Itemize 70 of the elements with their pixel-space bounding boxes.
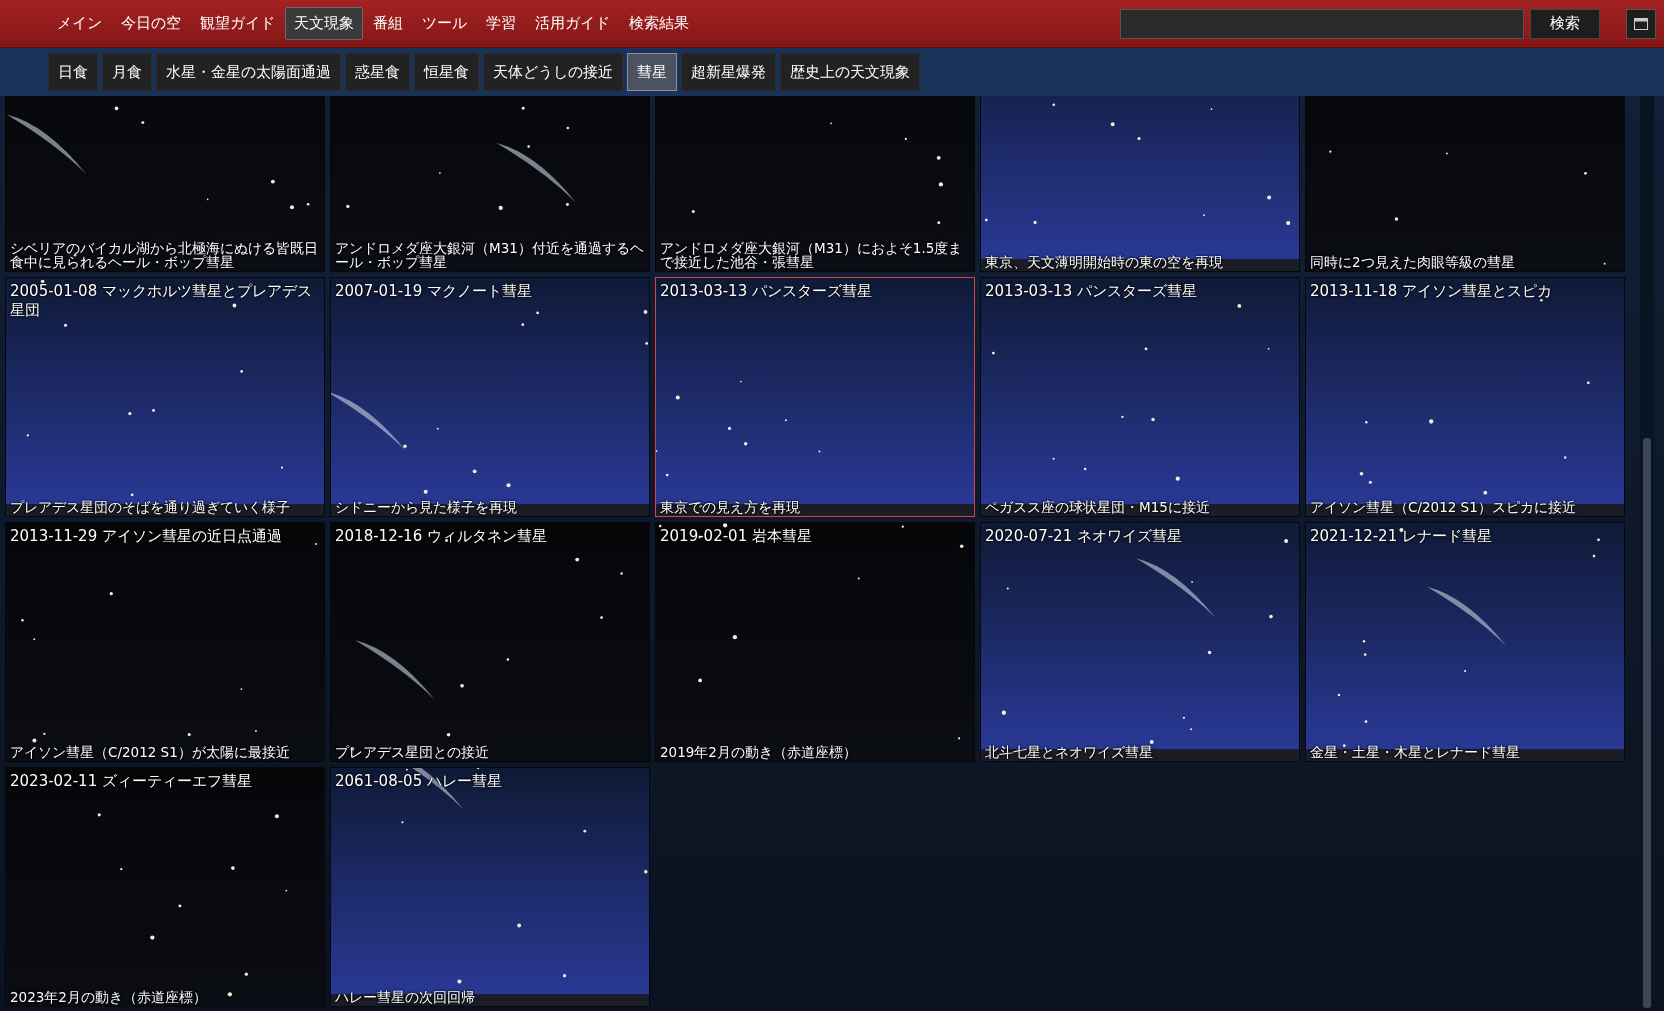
category-tab[interactable]: 日食 <box>48 53 98 91</box>
tile-caption: アイソン彗星（C/2012 S1）が太陽に最接近 <box>10 744 291 759</box>
window-button[interactable] <box>1626 8 1656 39</box>
comet-tile[interactable]: 2007-01-19 マクノート彗星 シドニーから見た様子を再現 <box>330 277 650 517</box>
tile-title: 2021-12-21 レナード彗星 <box>1310 527 1493 546</box>
search-field[interactable] <box>1120 8 1524 39</box>
comet-tile[interactable]: アンドロメダ座大銀河（M31）付近を通過するヘール・ボップ彗星 <box>330 96 650 272</box>
tile-caption: アンドロメダ座大銀河（M31）付近を通過するヘール・ボップ彗星 <box>335 240 645 269</box>
tile-caption: アイソン彗星（C/2012 S1）スピカに接近 <box>1310 499 1577 514</box>
tile-caption: プレアデス星団のそばを通り過ぎていく様子 <box>10 499 291 514</box>
comet-tile[interactable]: 2019-02-01 岩本彗星 2019年2月の動き（赤道座標） <box>655 522 975 762</box>
tile-caption: 2023年2月の動き（赤道座標） <box>10 989 208 1004</box>
comet-tile[interactable]: 2023-02-11 ズィーティーエフ彗星 2023年2月の動き（赤道座標） <box>5 767 325 1007</box>
category-tab[interactable]: 天体どうしの接近 <box>483 53 623 91</box>
comet-tile[interactable]: 2018-12-16 ウィルタネン彗星 プレアデス星団との接近 <box>330 522 650 762</box>
nav-tab[interactable]: 検索結果 <box>620 7 698 40</box>
nav-tab[interactable]: 活用ガイド <box>526 7 619 40</box>
tile-caption: 東京、天文薄明開始時の東の空を再現 <box>985 254 1224 269</box>
comet-tile[interactable]: 同時に2つ見えた肉眼等級の彗星 <box>1305 96 1625 272</box>
tile-title: 2013-11-29 アイソン彗星の近日点通過 <box>10 527 283 546</box>
scrollbar[interactable] <box>1640 96 1654 1011</box>
comet-tile[interactable]: 東京、天文薄明開始時の東の空を再現 <box>980 96 1300 272</box>
tile-title: 2005-01-08 マックホルツ彗星とプレアデス星団 <box>10 282 313 320</box>
tile-caption: ペガスス座の球状星団・M15に接近 <box>985 499 1211 514</box>
comet-tile[interactable]: 2021-12-21 レナード彗星 金星・土星・木星とレナード彗星 <box>1305 522 1625 762</box>
comet-tile[interactable]: 2013-03-13 パンスターズ彗星 東京での見え方を再現 <box>655 277 975 517</box>
tile-caption: シドニーから見た様子を再現 <box>335 499 518 514</box>
category-tab[interactable]: 水星・金星の太陽面通過 <box>156 53 341 91</box>
tile-caption: 東京での見え方を再現 <box>660 499 801 514</box>
tile-caption: アンドロメダ座大銀河（M31）におよそ1.5度まで接近した池谷・張彗星 <box>660 240 964 269</box>
comet-tile[interactable]: 2013-11-18 アイソン彗星とスピカ アイソン彗星（C/2012 S1）スピカに接近 <box>1305 277 1625 517</box>
nav-tab[interactable]: メイン <box>48 7 111 40</box>
tile-title: 2020-07-21 ネオワイズ彗星 <box>985 527 1183 546</box>
tile-caption: 金星・土星・木星とレナード彗星 <box>1310 744 1521 759</box>
category-tab[interactable]: 超新星爆発 <box>681 53 776 91</box>
nav-tab[interactable]: 今日の空 <box>112 7 190 40</box>
tile-title: 2013-03-13 パンスターズ彗星 <box>985 282 1198 301</box>
category-tab[interactable]: 月食 <box>102 53 152 91</box>
tile-caption: ハレー彗星の次回回帰 <box>335 989 476 1004</box>
category-tab[interactable]: 恒星食 <box>414 53 479 91</box>
tile-title: 2019-02-01 岩本彗星 <box>660 527 813 546</box>
tile-title: 2061-08-05 ハレー彗星 <box>335 772 503 791</box>
comet-tile[interactable]: 2013-03-13 パンスターズ彗星 ペガスス座の球状星団・M15に接近 <box>980 277 1300 517</box>
comet-tile[interactable]: アンドロメダ座大銀河（M31）におよそ1.5度まで接近した池谷・張彗星 <box>655 96 975 272</box>
tile-caption: プレアデス星団との接近 <box>335 744 490 759</box>
category-tab[interactable]: 歴史上の天文現象 <box>780 53 920 91</box>
nav-tab[interactable]: ツール <box>413 7 476 40</box>
tile-caption: シベリアのバイカル湖から北極海にぬける皆既日食中に見られるヘール・ボップ彗星 <box>10 240 319 269</box>
nav-tab[interactable]: 観望ガイド <box>191 7 284 40</box>
comet-tile[interactable]: 2013-11-29 アイソン彗星の近日点通過 アイソン彗星（C/2012 S1）が太陽に最接近 <box>5 522 325 762</box>
comet-tile[interactable]: 2061-08-05 ハレー彗星 ハレー彗星の次回回帰 <box>330 767 650 1007</box>
tile-title: 2007-01-19 マクノート彗星 <box>335 282 533 301</box>
nav-tab[interactable]: 番組 <box>364 7 412 40</box>
category-tab[interactable]: 惑星食 <box>345 53 410 91</box>
search-button[interactable]: 検索 <box>1530 8 1600 39</box>
category-tab[interactable]: 彗星 <box>627 53 677 91</box>
tile-title: 2013-03-13 パンスターズ彗星 <box>660 282 873 301</box>
tile-title: 2013-11-18 アイソン彗星とスピカ <box>1310 282 1553 301</box>
scroll-thumb[interactable] <box>1643 438 1651 1008</box>
tile-caption: 北斗七星とネオワイズ彗星 <box>985 744 1154 759</box>
tile-title: 2018-12-16 ウィルタネン彗星 <box>335 527 548 546</box>
tile-caption: 同時に2つ見えた肉眼等級の彗星 <box>1310 254 1516 269</box>
tile-title: 2023-02-11 ズィーティーエフ彗星 <box>10 772 253 791</box>
nav-tab[interactable]: 天文現象 <box>285 7 363 40</box>
comet-tile[interactable]: 2020-07-21 ネオワイズ彗星 北斗七星とネオワイズ彗星 <box>980 522 1300 762</box>
window-icon <box>1634 17 1648 30</box>
comet-tile[interactable]: シベリアのバイカル湖から北極海にぬける皆既日食中に見られるヘール・ボップ彗星 <box>5 96 325 272</box>
comet-tile[interactable]: 2005-01-08 マックホルツ彗星とプレアデス星団 プレアデス星団のそばを通り過ぎていく様子 <box>5 277 325 517</box>
nav-tab[interactable]: 学習 <box>477 7 525 40</box>
tile-caption: 2019年2月の動き（赤道座標） <box>660 744 858 759</box>
